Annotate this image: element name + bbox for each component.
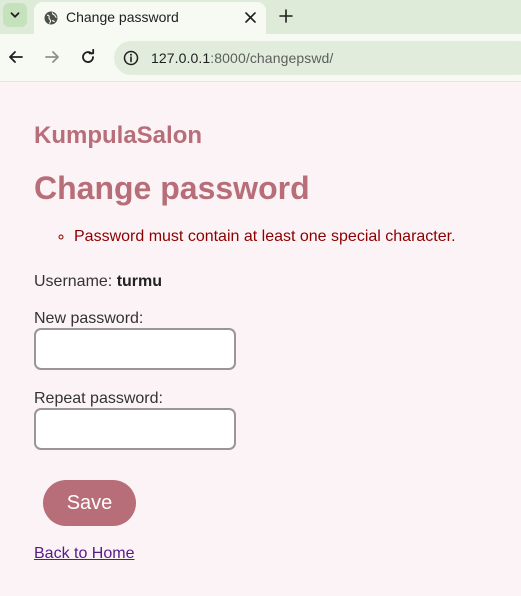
error-list: Password must contain at least one speci… (34, 228, 456, 246)
new-password-field[interactable] (34, 328, 236, 370)
username-label: Username: (34, 273, 113, 290)
username-value: turmu (116, 273, 163, 290)
forward-arrow-icon[interactable] (44, 49, 60, 65)
url-text: 127.0.0.1:8000/changepswd/ (151, 50, 333, 66)
page-title: Change password (34, 170, 310, 206)
info-icon[interactable] (123, 50, 139, 66)
plus-icon[interactable] (278, 8, 294, 24)
new-password-label: New password: (34, 310, 144, 327)
globe-icon (44, 11, 58, 25)
url-host: 127.0.0.1 (151, 50, 211, 66)
error-message: Password must contain at least one speci… (74, 228, 456, 246)
repeat-password-field[interactable] (34, 408, 236, 450)
save-button[interactable]: Save (43, 480, 136, 526)
page-content: KumpulaSalon Change password Password mu… (0, 82, 521, 596)
tab-title: Change password (66, 9, 179, 25)
site-brand: KumpulaSalon (34, 122, 203, 149)
browser-toolbar: 127.0.0.1:8000/changepswd/ (0, 34, 521, 82)
back-to-home-link[interactable]: Back to Home (34, 545, 134, 563)
address-bar[interactable]: 127.0.0.1:8000/changepswd/ (114, 41, 521, 75)
url-path: :8000/changepswd/ (210, 50, 334, 66)
browser-tab[interactable]: Change password (34, 2, 266, 34)
username-row: Username: turmu (34, 273, 162, 291)
reload-icon[interactable] (80, 49, 96, 65)
repeat-password-label: Repeat password: (34, 390, 163, 407)
browser-tab-strip: Change password (0, 0, 521, 34)
tab-search-button[interactable] (3, 3, 27, 27)
chevron-down-icon (10, 12, 20, 18)
back-arrow-icon[interactable] (8, 49, 24, 65)
close-icon[interactable] (245, 12, 256, 23)
